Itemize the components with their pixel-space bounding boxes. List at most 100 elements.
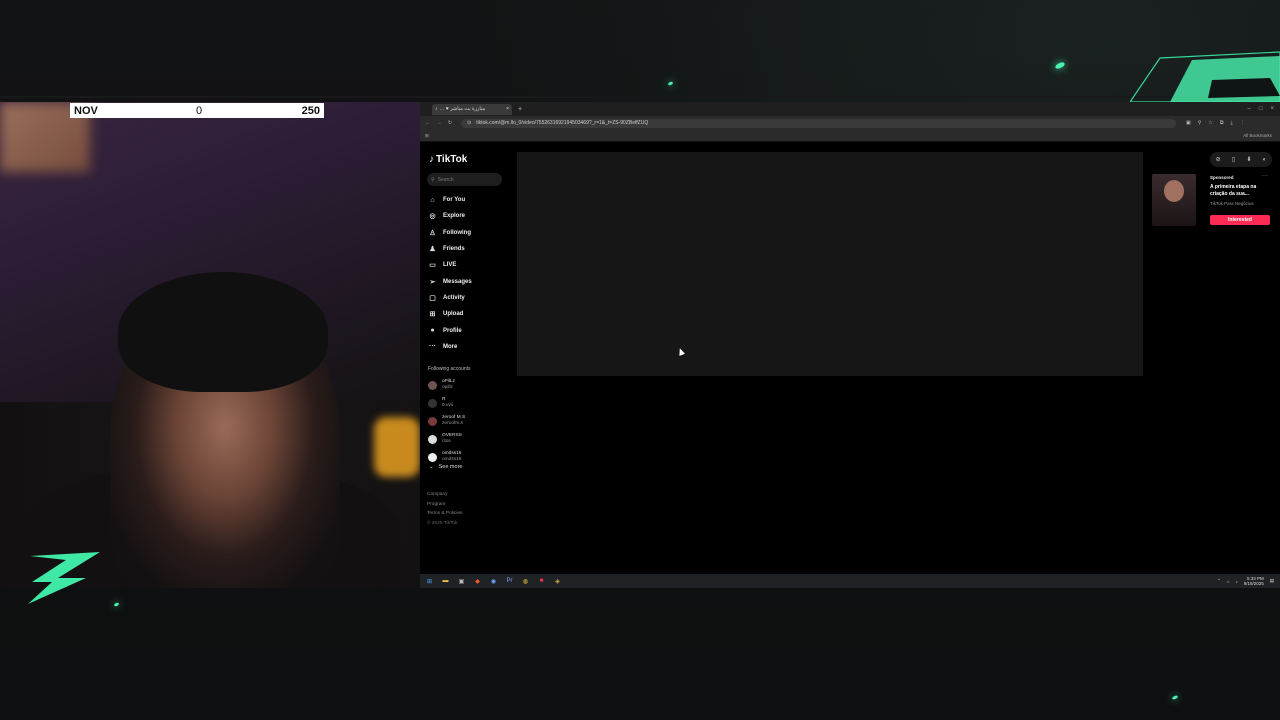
tiktok-page: ♪ TikTok ⚲ Search ⌂ For You ◎ Explore ♙ Follo… <box>420 142 1280 574</box>
app-icon[interactable]: ◈ <box>553 577 562 586</box>
store-icon[interactable]: ▣ <box>457 577 466 586</box>
search-placeholder: Search <box>437 176 454 183</box>
new-tab-button[interactable]: + <box>518 106 522 113</box>
menu-icon[interactable]: ⋮ <box>1240 120 1245 126</box>
sidebar-item-profile[interactable]: ● Profile <box>428 322 518 338</box>
browser-tab[interactable]: ♪ … ♥ مبارزة بث مباشر × <box>432 103 512 115</box>
sidebar-item-friends[interactable]: ♟ Friends <box>428 241 518 257</box>
sidebar-item-label: Profile <box>443 327 462 334</box>
tiktok-wordmark: TikTok <box>436 154 468 165</box>
start-icon[interactable]: ⊞ <box>425 577 434 586</box>
device-icon[interactable]: ▯ <box>1232 156 1235 163</box>
account-names: omdss16 omdss16 <box>442 451 461 463</box>
tab-strip: ♪ … ♥ مبارزة بث مباشر × + – □ × <box>420 102 1280 116</box>
url-text: tiktok.com/@m.llo_0/video/75526316921945… <box>476 120 649 126</box>
url-input[interactable]: ⊙ tiktok.com/@m.llo_0/video/755263169219… <box>461 118 1176 128</box>
account-handle: 0.vvii <box>442 403 453 408</box>
cast-icon[interactable]: ▣ <box>1186 120 1191 126</box>
messages-icon: ➢ <box>429 278 436 286</box>
score-current: 0 <box>196 104 203 117</box>
zoom-icon[interactable]: ⚲ <box>1198 120 1202 126</box>
sidebar-nav: ⌂ For You ◎ Explore ♙ Following ♟ Friends ▭ LIVE ➢… <box>428 192 518 355</box>
clock[interactable]: 5:33 PM 9/19/2025 <box>1244 576 1264 586</box>
file-explorer-icon[interactable]: ▬ <box>441 577 450 586</box>
ad-title[interactable]: A primeira etapa na criação da sua... <box>1210 184 1272 198</box>
chevron-up-icon[interactable]: ⌃ <box>1217 578 1221 584</box>
address-bar-row: ← → ↻ ⊙ tiktok.com/@m.llo_0/video/755263… <box>420 116 1280 130</box>
divider <box>0 96 1280 98</box>
footer-link-program[interactable]: Program <box>427 500 462 510</box>
download-icon[interactable]: ⤓ <box>1230 120 1232 126</box>
toolbar-icons: ▣ ⚲ ☆ ⧉ ⤓ ⋮ <box>1186 120 1245 126</box>
avatar <box>428 452 437 462</box>
sidebar-item-for-you[interactable]: ⌂ For You <box>428 192 518 208</box>
chrome-icon[interactable]: ◍ <box>521 577 530 586</box>
account-names: zeroof M.S zeroofm.s <box>442 415 465 427</box>
sidebar-item-following[interactable]: ♙ Following <box>428 225 518 241</box>
account-handle: opillz <box>442 385 453 390</box>
list-item[interactable]: oPilLz opillz <box>428 376 465 394</box>
sidebar-item-live[interactable]: ▭ LIVE <box>428 257 518 273</box>
sidebar-item-label: Upload <box>443 311 464 318</box>
streamer-logo <box>28 552 100 604</box>
steam-icon[interactable]: ◉ <box>489 577 498 586</box>
site-info-icon[interactable]: ⊙ <box>467 120 471 126</box>
avatar <box>428 380 437 390</box>
friends-icon: ♟ <box>429 246 436 254</box>
interested-button[interactable]: Interested <box>1210 215 1270 225</box>
account-handle: i3os <box>442 439 451 444</box>
sidebar-item-upload[interactable]: ⊞ Upload <box>428 306 518 322</box>
video-player[interactable] <box>517 152 1143 376</box>
volume-icon[interactable]: ♪ <box>1235 579 1237 584</box>
tab-close-icon[interactable]: × <box>506 106 509 112</box>
search-input[interactable]: ⚲ Search <box>427 173 502 186</box>
clock-date: 9/19/2025 <box>1243 581 1264 586</box>
footer-link-company[interactable]: Company <box>427 490 462 500</box>
network-icon[interactable]: ⌂ <box>1227 579 1230 584</box>
sidebar-item-label: Messages <box>443 278 472 285</box>
tiktok-logo[interactable]: ♪ TikTok <box>429 154 467 165</box>
following-icon: ♙ <box>429 229 436 237</box>
list-item[interactable]: zeroof M.S zeroofm.s <box>428 412 465 430</box>
back-icon[interactable]: ← <box>425 120 431 126</box>
list-item[interactable]: R 0.vvii <box>428 394 465 412</box>
extensions-icon[interactable]: ⧉ <box>1220 120 1224 126</box>
coins-icon[interactable]: ⊘ <box>1216 156 1221 163</box>
premiere-icon[interactable]: Pr <box>505 577 514 586</box>
ad-thumbnail[interactable] <box>1152 174 1196 226</box>
score-label: NOV <box>74 104 98 117</box>
brave-icon[interactable]: ◆ <box>473 577 482 586</box>
footer-link-terms[interactable]: Terms & Policies <box>427 509 462 519</box>
taskbar-pinned-apps: ⊞ ▬ ▣ ◆ ◉ Pr ◍ ■ ◈ <box>425 577 562 586</box>
copyright-text: © 2025 TikTok <box>427 520 458 526</box>
app-icon[interactable]: ■ <box>537 577 546 586</box>
see-more-label: See more <box>438 464 463 470</box>
forward-icon[interactable]: → <box>436 120 442 126</box>
webcam-lamp <box>374 417 420 477</box>
webcam-feed <box>0 102 420 588</box>
notification-icon[interactable]: ▤ <box>1270 578 1274 584</box>
sidebar-item-label: Activity <box>443 294 465 301</box>
download-app-icon[interactable]: ⬇ <box>1246 156 1251 163</box>
ad-sponsored-label: Sponsored <box>1210 175 1234 180</box>
sidebar-item-label: Following <box>443 229 471 236</box>
star-icon[interactable]: ☆ <box>1208 120 1212 126</box>
minimize-button[interactable]: – <box>1248 106 1251 112</box>
all-bookmarks-link[interactable]: All Bookmarks <box>1243 133 1272 138</box>
sidebar-item-activity[interactable]: ▢ Activity <box>428 290 518 306</box>
sponsored-ad[interactable]: Sponsored ··· A primeira etapa na criaçã… <box>1152 172 1272 232</box>
see-more-button[interactable]: ⌄ See more <box>429 464 462 470</box>
sidebar-item-label: Friends <box>443 246 465 253</box>
reload-icon[interactable]: ↻ <box>447 120 453 126</box>
ad-more-icon[interactable]: ··· <box>1262 173 1268 179</box>
sidebar-item-explore[interactable]: ◎ Explore <box>428 208 518 224</box>
upload-icon: ⊞ <box>429 311 436 319</box>
close-window-button[interactable]: × <box>1270 106 1274 112</box>
apps-grid-icon[interactable]: ⊞ <box>425 133 429 139</box>
avatar[interactable]: ◐ <box>1263 157 1267 163</box>
maximize-button[interactable]: □ <box>1259 106 1263 112</box>
list-item[interactable]: OVERSS i3os <box>428 430 465 448</box>
sidebar-item-label: For You <box>443 197 466 204</box>
sidebar-item-more[interactable]: ··· More <box>428 339 518 355</box>
sidebar-item-messages[interactable]: ➢ Messages <box>428 273 518 289</box>
